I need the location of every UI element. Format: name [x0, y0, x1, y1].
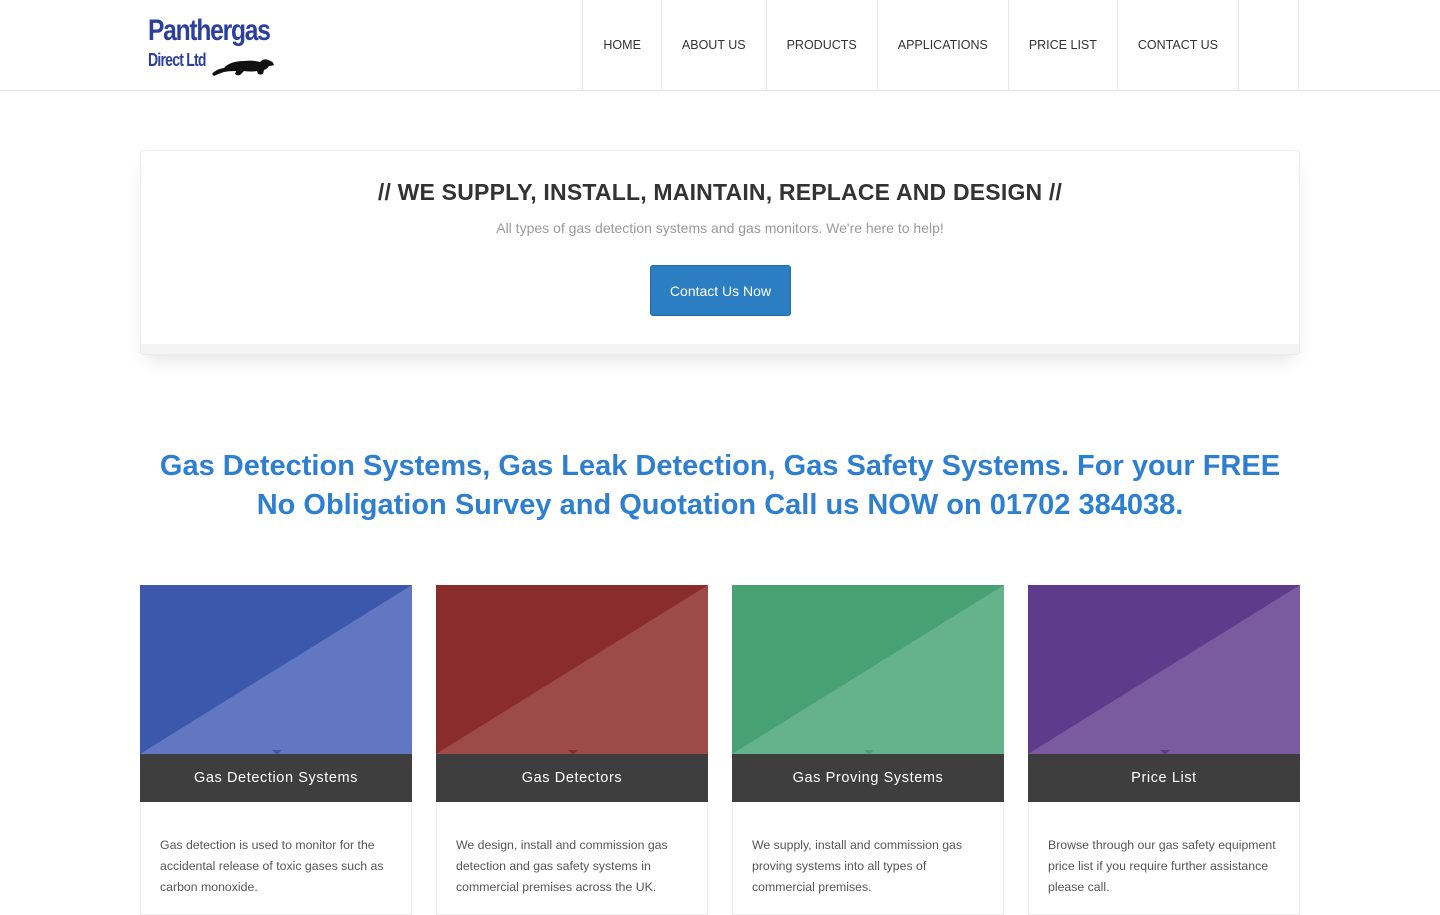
- card-description: Browse through our gas safety equipment …: [1048, 838, 1276, 894]
- card-title[interactable]: Gas Proving Systems: [732, 754, 1004, 802]
- card-image[interactable]: [1028, 585, 1300, 754]
- logo-text-line2: Direct Ltd: [148, 50, 207, 70]
- card-image-graphic: [732, 585, 1004, 754]
- nav-empty-slot: [1239, 0, 1299, 90]
- card-description: Gas detection is used to monitor for the…: [160, 838, 384, 894]
- hero-callout: // WE SUPPLY, INSTALL, MAINTAIN, REPLACE…: [140, 150, 1300, 355]
- card-title[interactable]: Price List: [1028, 754, 1300, 802]
- card-price-list[interactable]: Price List Browse through our gas safety…: [1028, 585, 1300, 915]
- nav-contact-us[interactable]: CONTACT US: [1118, 0, 1239, 90]
- site-logo[interactable]: Panthergas Direct Ltd: [148, 14, 278, 78]
- card-description: We design, install and commission gas de…: [456, 838, 668, 894]
- hero-title: // WE SUPPLY, INSTALL, MAINTAIN, REPLACE…: [377, 179, 1063, 205]
- nav-applications[interactable]: APPLICATIONS: [878, 0, 1009, 90]
- card-image[interactable]: [140, 585, 412, 754]
- card-gas-proving-systems[interactable]: Gas Proving Systems We supply, install a…: [732, 585, 1004, 915]
- nav-home[interactable]: HOME: [583, 0, 662, 90]
- card-image[interactable]: [436, 585, 708, 754]
- card-image-graphic: [436, 585, 708, 754]
- site-header: Panthergas Direct Ltd HOME ABOUT US PROD…: [0, 0, 1440, 91]
- hero-subtitle: All types of gas detection systems and g…: [496, 220, 944, 236]
- nav-products[interactable]: PRODUCTS: [767, 0, 878, 90]
- nav-price-list[interactable]: PRICE LIST: [1009, 0, 1118, 90]
- nav-about-us[interactable]: ABOUT US: [662, 0, 767, 90]
- hero-bottom-strip: [141, 344, 1299, 354]
- card-description: We supply, install and commission gas pr…: [752, 838, 963, 894]
- card-title[interactable]: Gas Detectors: [436, 754, 708, 802]
- card-image[interactable]: [732, 585, 1004, 754]
- logo-text-line1: Panthergas: [148, 14, 271, 47]
- card-gas-detection-systems[interactable]: Gas Detection Systems Gas detection is u…: [140, 585, 412, 915]
- card-image-graphic: [1028, 585, 1300, 754]
- card-title[interactable]: Gas Detection Systems: [140, 754, 412, 802]
- panther-icon: [212, 59, 274, 76]
- tagline-heading: Gas Detection Systems, Gas Leak Detectio…: [159, 450, 1281, 521]
- contact-us-now-button[interactable]: Contact Us Now: [650, 265, 791, 316]
- card-image-graphic: [140, 585, 412, 754]
- card-gas-detectors[interactable]: Gas Detectors We design, install and com…: [436, 585, 708, 915]
- main-nav: HOME ABOUT US PRODUCTS APPLICATIONS PRIC…: [582, 0, 1299, 90]
